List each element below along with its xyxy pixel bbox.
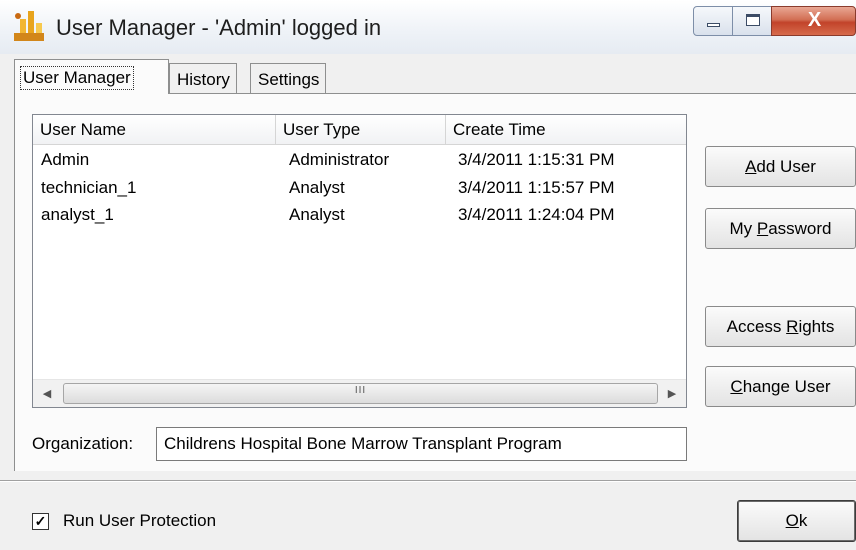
cell-user-type: Analyst (289, 205, 345, 224)
change-user-mnemonic: C (730, 377, 743, 396)
title-bar[interactable]: User Manager - 'Admin' logged in X (0, 0, 856, 54)
minimize-icon (707, 23, 720, 27)
scroll-right-icon[interactable]: ▶ (658, 380, 686, 407)
tab-settings[interactable]: Settings (250, 63, 327, 93)
add-user-mnemonic: A (745, 157, 757, 176)
close-icon: X (807, 9, 822, 31)
my-password-button[interactable]: My Password (705, 208, 856, 249)
tab-user-manager[interactable]: User Manager (14, 59, 169, 94)
maximize-icon (746, 14, 760, 26)
cell-create-time: 3/4/2011 1:15:31 PM (458, 150, 615, 169)
organization-label: Organization: (32, 434, 134, 453)
user-manager-app-icon (14, 11, 44, 41)
my-password-label-after: assword (768, 219, 832, 238)
table-row[interactable]: analyst_1 Analyst 3/4/2011 1:24:04 PM (33, 202, 686, 228)
cell-create-time: 3/4/2011 1:24:04 PM (458, 205, 615, 224)
table-row[interactable]: technician_1 Analyst 3/4/2011 1:15:57 PM (33, 175, 686, 201)
horizontal-scrollbar[interactable]: ◀ III ▶ (33, 379, 686, 407)
maximize-button[interactable] (732, 6, 772, 36)
user-list[interactable]: User Name User Type Create Time Admin Ad… (32, 114, 687, 408)
cell-user-name: analyst_1 (41, 205, 114, 224)
user-manager-window: User Manager - 'Admin' logged in X User … (0, 0, 856, 550)
scrollbar-grip: III (354, 385, 367, 396)
add-user-label-after: dd User (756, 157, 816, 176)
scrollbar-thumb[interactable]: III (63, 383, 658, 404)
access-rights-label-after: ights (798, 317, 835, 336)
organization-field[interactable]: Childrens Hospital Bone Marrow Transplan… (156, 427, 687, 461)
window-title: User Manager - 'Admin' logged in (56, 15, 382, 40)
access-rights-button[interactable]: Access Rights (705, 306, 856, 347)
cell-user-type: Analyst (289, 178, 345, 197)
ok-mnemonic: O (785, 511, 799, 530)
my-password-label-before: My (729, 219, 757, 238)
cell-create-time: 3/4/2011 1:15:57 PM (458, 178, 615, 197)
ok-button[interactable]: Ok (737, 500, 856, 542)
table-row[interactable]: Admin Administrator 3/4/2011 1:15:31 PM (33, 147, 686, 173)
change-user-label-after: hange User (742, 377, 831, 396)
column-header-user-type[interactable]: User Type (276, 115, 446, 145)
ok-label-after: k (798, 511, 808, 530)
cell-user-type: Administrator (289, 150, 390, 169)
tab-user-manager-label: User Manager (20, 66, 134, 90)
my-password-mnemonic: P (756, 219, 769, 238)
tab-history[interactable]: History (169, 63, 237, 93)
cell-user-name: technician_1 (41, 178, 137, 197)
close-button[interactable]: X (771, 6, 856, 36)
divider (0, 480, 856, 482)
scroll-left-icon[interactable]: ◀ (33, 380, 61, 407)
access-rights-mnemonic: R (786, 317, 799, 336)
add-user-button[interactable]: Add User (705, 146, 856, 187)
cell-user-name: Admin (41, 150, 90, 169)
access-rights-label-before: Access (726, 317, 787, 336)
column-header-create-time[interactable]: Create Time (446, 115, 686, 145)
minimize-button[interactable] (693, 6, 733, 36)
column-header-user-name[interactable]: User Name (33, 115, 276, 145)
change-user-button[interactable]: Change User (705, 366, 856, 407)
run-user-protection-checkbox[interactable]: ✓ (32, 513, 49, 530)
run-user-protection-label[interactable]: Run User Protection (63, 511, 216, 531)
